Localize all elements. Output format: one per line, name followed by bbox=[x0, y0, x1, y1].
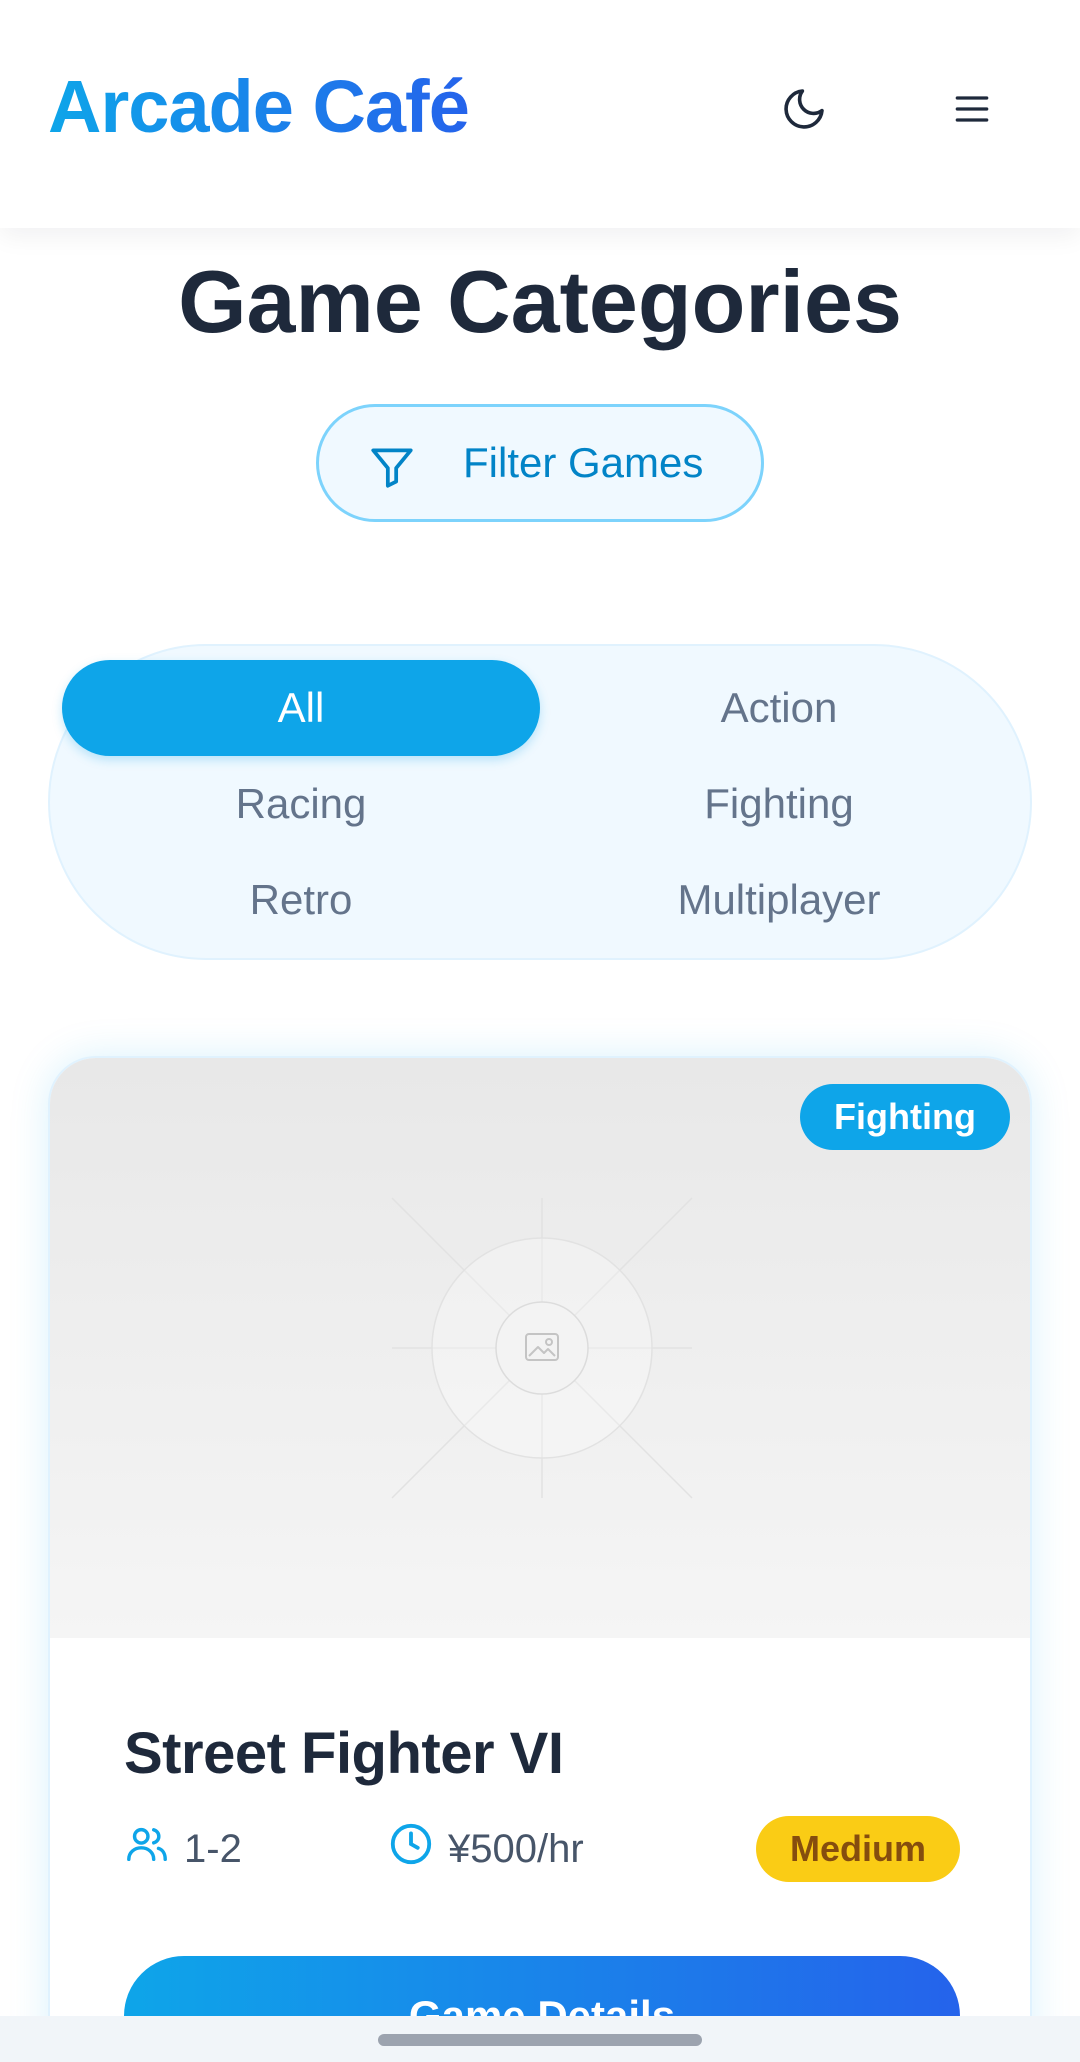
category-action[interactable]: Action bbox=[540, 660, 1018, 756]
page-title: Game Categories bbox=[178, 252, 902, 351]
game-image: Fighting bbox=[50, 1058, 1030, 1638]
genre-badge: Fighting bbox=[800, 1084, 1010, 1150]
category-fighting[interactable]: Fighting bbox=[540, 756, 1018, 852]
players-info: 1-2 bbox=[124, 1814, 242, 1884]
difficulty-badge: Medium bbox=[755, 1816, 960, 1882]
menu-button[interactable] bbox=[932, 70, 1012, 150]
players-value: 1-2 bbox=[184, 1826, 242, 1871]
game-card: Fighting Street Fighter VI 1-2 ¥500/hr M… bbox=[48, 1056, 1032, 2062]
filter-games-button[interactable]: Filter Games bbox=[316, 404, 764, 522]
category-racing[interactable]: Racing bbox=[62, 756, 540, 852]
system-nav-bar bbox=[0, 2016, 1080, 2062]
game-meta: 1-2 ¥500/hr Medium bbox=[124, 1814, 960, 1884]
top-header: Arcade Café bbox=[0, 0, 1080, 228]
category-all[interactable]: All bbox=[62, 660, 540, 756]
filter-games-label: Filter Games bbox=[463, 439, 704, 486]
logo[interactable]: Arcade Café bbox=[48, 62, 470, 152]
home-indicator[interactable] bbox=[378, 2034, 702, 2046]
hamburger-menu-icon bbox=[950, 87, 994, 134]
page: Arcade Café Game Categories Filter Games… bbox=[0, 0, 1080, 2062]
game-title: Street Fighter VI bbox=[124, 1721, 564, 1786]
price-value: ¥500/hr bbox=[448, 1826, 584, 1871]
users-icon bbox=[124, 1821, 184, 1877]
clock-icon bbox=[388, 1821, 448, 1877]
funnel-icon bbox=[367, 442, 417, 495]
category-retro[interactable]: Retro bbox=[62, 852, 540, 948]
category-multiplayer[interactable]: Multiplayer bbox=[540, 852, 1018, 948]
price-info: ¥500/hr bbox=[388, 1814, 584, 1884]
theme-toggle-button[interactable] bbox=[764, 70, 844, 150]
category-selector: All Action Racing Fighting Retro Multipl… bbox=[48, 644, 1032, 960]
moon-icon bbox=[780, 85, 828, 136]
